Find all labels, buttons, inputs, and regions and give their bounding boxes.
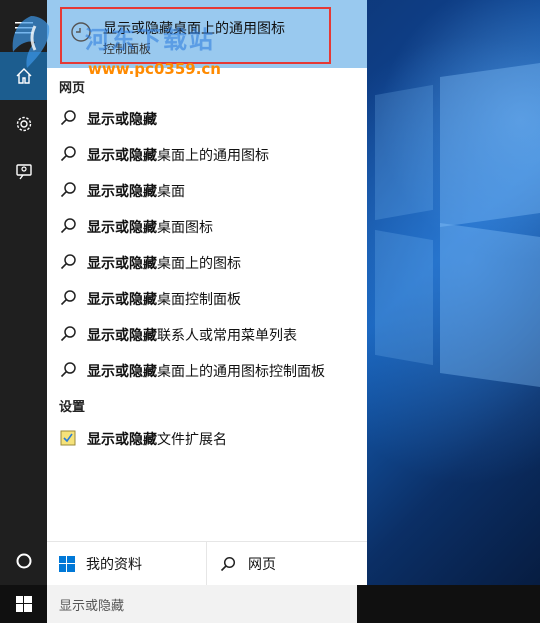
watermark-logo — [12, 16, 50, 68]
search-icon — [60, 146, 76, 162]
list-item[interactable]: 显示或隐藏桌面上的通用图标 — [47, 136, 367, 172]
result-label-rest: 桌面 — [157, 184, 185, 200]
feedback-icon — [15, 164, 32, 180]
tab-web[interactable]: 网页 — [220, 542, 276, 586]
result-label-match: 显示或隐藏 — [87, 148, 157, 164]
search-icon — [60, 362, 76, 378]
list-item[interactable]: 显示或隐藏 — [47, 100, 367, 136]
search-icon — [60, 254, 76, 270]
result-label: 显示或隐藏桌面上的通用图标 — [87, 145, 269, 165]
tab-divider — [206, 542, 207, 586]
list-item[interactable]: 显示或隐藏桌面 — [47, 172, 367, 208]
result-label-rest: 桌面控制面板 — [157, 292, 241, 308]
result-label-rest: 桌面图标 — [157, 220, 213, 236]
start-button[interactable] — [0, 585, 47, 623]
result-label-match: 显示或隐藏 — [87, 328, 157, 344]
tab-web-label: 网页 — [248, 557, 276, 573]
result-label: 显示或隐藏桌面 — [87, 181, 185, 201]
windows-logo-icon — [59, 556, 75, 572]
settings-button[interactable] — [0, 100, 47, 148]
list-item[interactable]: 显示或隐藏桌面上的图标 — [47, 244, 367, 280]
result-label: 显示或隐藏文件扩展名 — [87, 429, 227, 449]
result-label-rest: 桌面上的通用图标控制面板 — [157, 364, 325, 380]
result-label-match: 显示或隐藏 — [87, 292, 157, 308]
tab-my-stuff[interactable]: 我的资料 — [59, 542, 142, 586]
list-item[interactable]: 显示或隐藏桌面上的通用图标控制面板 — [47, 352, 367, 388]
search-input[interactable] — [59, 596, 339, 612]
list-item[interactable]: 显示或隐藏文件扩展名 — [47, 420, 367, 456]
watermark-text: 河东下载站 — [85, 26, 215, 54]
wallpaper-window-pane — [440, 222, 540, 388]
result-label: 显示或隐藏桌面控制面板 — [87, 289, 241, 309]
search-icon — [60, 218, 76, 234]
settings-file-icon — [60, 430, 76, 446]
result-label: 显示或隐藏桌面图标 — [87, 217, 213, 237]
cortana-button[interactable] — [0, 537, 47, 585]
taskbar-search-box[interactable] — [47, 585, 357, 623]
list-item[interactable]: 显示或隐藏桌面控制面板 — [47, 280, 367, 316]
search-icon — [60, 326, 76, 342]
result-label-rest: 桌面上的图标 — [157, 256, 241, 272]
wallpaper-window-pane — [375, 84, 433, 221]
tab-my-stuff-label: 我的资料 — [86, 557, 142, 573]
feedback-button[interactable] — [0, 148, 47, 196]
wallpaper-window-pane — [440, 62, 540, 228]
search-icon — [60, 110, 76, 126]
result-label: 显示或隐藏 — [87, 109, 157, 129]
section-web-heading: 网页 — [59, 81, 86, 96]
search-icon — [220, 556, 236, 572]
result-label-match: 显示或隐藏 — [87, 220, 157, 236]
result-label-rest: 文件扩展名 — [157, 432, 227, 448]
result-label-match: 显示或隐藏 — [87, 256, 157, 272]
result-label-match: 显示或隐藏 — [87, 112, 157, 128]
result-label-rest: 桌面上的通用图标 — [157, 148, 269, 164]
start-left-rail — [0, 0, 47, 585]
gear-icon — [16, 116, 31, 132]
result-label-match: 显示或隐藏 — [87, 364, 157, 380]
result-label-match: 显示或隐藏 — [87, 432, 157, 448]
list-item[interactable]: 显示或隐藏联系人或常用菜单列表 — [47, 316, 367, 352]
result-label: 显示或隐藏联系人或常用菜单列表 — [87, 325, 297, 345]
search-icon — [60, 182, 76, 198]
search-icon — [60, 290, 76, 306]
watermark-url: www.pc0359.cn — [88, 60, 221, 78]
section-settings-heading: 设置 — [59, 400, 86, 415]
cortana-circle-icon — [16, 553, 31, 569]
result-label-match: 显示或隐藏 — [87, 184, 157, 200]
windows-logo-icon — [15, 596, 32, 612]
taskbar — [0, 585, 540, 623]
result-label: 显示或隐藏桌面上的通用图标控制面板 — [87, 361, 325, 381]
result-label: 显示或隐藏桌面上的图标 — [87, 253, 241, 273]
wallpaper-window-pane — [375, 229, 433, 366]
search-results-panel: 显示或隐藏桌面上的通用图标 控制面板 网页 显示或隐藏 显示或隐藏桌面上的通用图标… — [47, 0, 367, 586]
result-label-rest: 联系人或常用菜单列表 — [157, 328, 297, 344]
list-item[interactable]: 显示或隐藏桌面图标 — [47, 208, 367, 244]
bottom-tabs: 我的资料 网页 — [47, 541, 367, 586]
